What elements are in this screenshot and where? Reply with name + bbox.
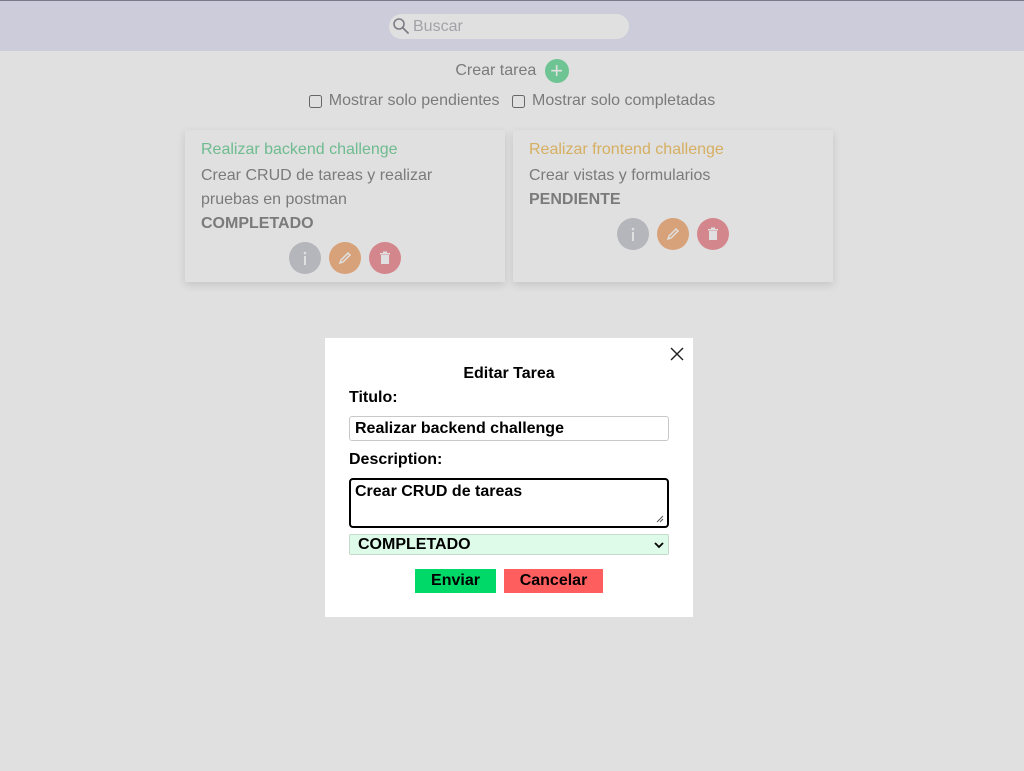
status-select-value: COMPLETADO [358, 536, 471, 553]
description-label: Description: [349, 451, 443, 468]
modal-title: Editar Tarea [463, 365, 555, 382]
close-icon[interactable] [669, 346, 685, 362]
chevron-down-icon [654, 542, 664, 549]
status-select[interactable]: COMPLETADO [349, 534, 669, 555]
modal-actions: Enviar Cancelar [325, 569, 693, 593]
resize-grip-icon[interactable] [656, 515, 664, 523]
title-input[interactable] [349, 416, 669, 441]
edit-task-modal: Editar Tarea Titulo: Description: Crear … [325, 338, 693, 617]
title-label: Titulo: [349, 389, 398, 406]
description-text: Crear CRUD de tareas [355, 483, 523, 500]
cancel-button[interactable]: Cancelar [504, 569, 603, 593]
description-textarea[interactable]: Crear CRUD de tareas [349, 478, 669, 528]
submit-button[interactable]: Enviar [415, 569, 496, 593]
